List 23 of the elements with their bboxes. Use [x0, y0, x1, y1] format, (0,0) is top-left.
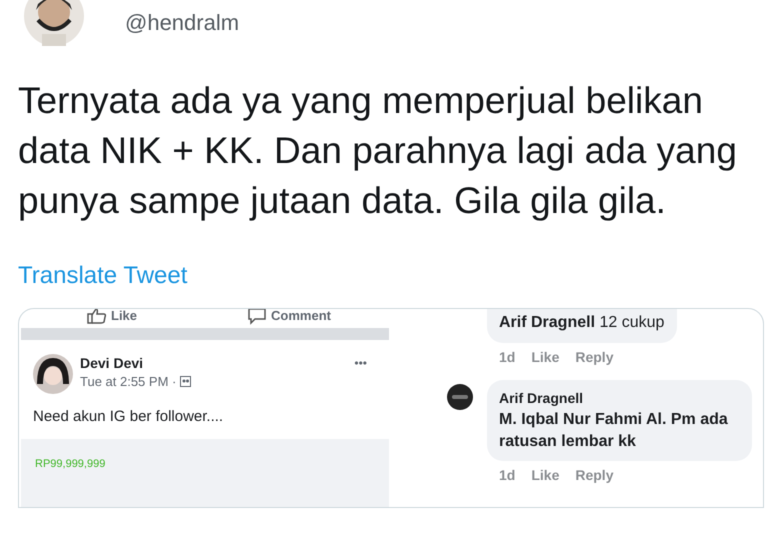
comment-text: Arif Dragnell 12 cukup: [499, 314, 664, 331]
more-button[interactable]: •••: [354, 354, 367, 394]
comment-author: Arif Dragnell: [499, 389, 584, 408]
thumbs-up-icon: [87, 309, 107, 324]
comment-button[interactable]: Comment: [247, 309, 331, 326]
reply-link[interactable]: Reply: [575, 347, 614, 368]
like-link[interactable]: Like: [531, 465, 560, 486]
post-time: Tue at 2:55 PM ·: [80, 373, 176, 391]
avatar-icon: [447, 384, 473, 410]
price-label: RP99,999,999: [35, 458, 106, 470]
post-text: Need akun IG ber follower....: [32, 407, 224, 427]
privacy-icon: [180, 376, 192, 388]
tweet-text: Ternyata ada ya yang memperjual belikan data NIK + KK. Dan parahnya lagi ada yang punya sampe jutaan data. Gila gila gila.: [18, 79, 738, 223]
comment-age: 1d: [499, 466, 516, 485]
speech-bubble-icon: [247, 309, 268, 325]
comment-age: 1d: [499, 348, 516, 367]
comment-text: M. Iqbal Nur Fahmi Al. Pm ada ratusan lembar kk: [499, 410, 729, 452]
user-handle[interactable]: @hendralm: [125, 6, 240, 39]
reply-link[interactable]: Reply: [575, 465, 614, 486]
post-author[interactable]: Devi Devi: [80, 354, 192, 372]
like-button[interactable]: Like: [87, 309, 138, 326]
like-link[interactable]: Like: [531, 347, 560, 368]
translate-link[interactable]: Translate Tweet: [18, 262, 188, 289]
